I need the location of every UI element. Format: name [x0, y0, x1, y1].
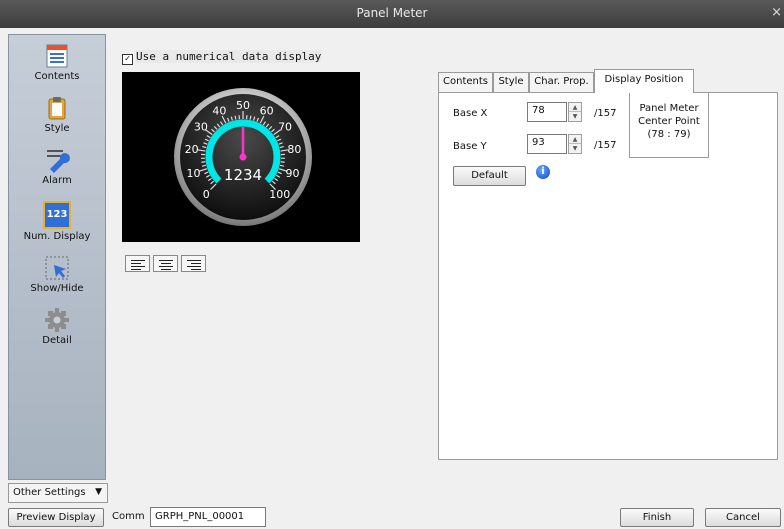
sidebar-item-label: Contents	[34, 71, 80, 82]
contents-icon	[44, 43, 70, 69]
scale-label: 50	[236, 99, 250, 112]
scale-label: 0	[203, 188, 210, 201]
base-x-max: /157	[594, 108, 617, 119]
scale-label: 40	[212, 105, 226, 118]
align-right-button[interactable]	[181, 255, 206, 272]
base-y-max: /157	[594, 140, 617, 151]
base-x-spinner[interactable]: ▲ ▼	[568, 102, 582, 122]
align-left-button[interactable]	[125, 255, 150, 272]
sidebar-item-label: Show/Hide	[30, 283, 84, 294]
cancel-button[interactable]: Cancel	[705, 508, 781, 527]
sidebar-item-label: Alarm	[42, 175, 72, 186]
other-settings-dropdown[interactable]: Other Settings ▼	[8, 483, 108, 503]
gauge-hub	[239, 153, 247, 161]
align-buttons	[125, 255, 209, 275]
scale-label: 60	[260, 105, 274, 118]
gauge-tick	[279, 164, 285, 167]
sidebar-item-style[interactable]: Style	[9, 95, 105, 134]
tab-style[interactable]: Style	[493, 72, 529, 92]
numerical-display-checkbox[interactable]: ✓ Use a numerical data display	[122, 50, 322, 65]
checkbox-box[interactable]: ✓	[122, 54, 133, 65]
center-point-info: Panel Meter Center Point (78 : 79)	[629, 92, 709, 158]
window-title: Panel Meter	[356, 6, 428, 20]
preview-display-button[interactable]: Preview Display	[8, 508, 104, 527]
wrench-icon	[44, 147, 70, 173]
align-center-button[interactable]	[153, 255, 178, 272]
sidebar-item-show-hide[interactable]: Show/Hide	[9, 255, 105, 294]
spin-up-icon[interactable]: ▲	[569, 103, 581, 112]
title-bar: Panel Meter ×	[0, 0, 784, 28]
sidebar-item-label: Style	[44, 123, 70, 134]
cursor-select-icon	[44, 255, 70, 281]
comm-label: Comm	[112, 511, 145, 522]
tab-char-prop[interactable]: Char. Prop.	[529, 72, 594, 92]
finish-button[interactable]: Finish	[620, 508, 694, 527]
spin-up-icon[interactable]: ▲	[569, 135, 581, 144]
clipboard-icon	[44, 95, 70, 121]
gauge-tick	[201, 164, 207, 167]
center-point-line2: Center Point	[638, 116, 700, 127]
sidebar-item-detail[interactable]: Detail	[9, 307, 105, 346]
tab-contents[interactable]: Contents	[438, 72, 493, 92]
scale-label: 100	[269, 188, 290, 201]
num-display-icon: 123	[43, 201, 71, 229]
sidebar-item-label: Detail	[42, 335, 72, 346]
scale-label: 30	[194, 120, 208, 133]
spin-down-icon[interactable]: ▼	[569, 144, 581, 153]
scale-label: 70	[278, 120, 292, 133]
chevron-down-icon: ▼	[95, 487, 102, 497]
gauge-svg: 0 10 20 30 40 50 60 70 80 90 100 1234	[174, 88, 312, 226]
base-x-input[interactable]: 78	[527, 102, 567, 122]
other-settings-label: Other Settings	[13, 487, 86, 498]
sidebar-item-contents[interactable]: Contents	[9, 43, 105, 82]
base-y-label: Base Y	[453, 141, 487, 152]
scale-label: 10	[187, 167, 201, 180]
scale-label: 80	[287, 143, 301, 156]
center-point-line3: (78 : 79)	[647, 129, 691, 140]
gear-icon	[44, 307, 70, 333]
default-button[interactable]: Default	[453, 166, 526, 186]
gauge-tick	[234, 115, 237, 120]
scale-label: 90	[285, 167, 299, 180]
center-point-line1: Panel Meter	[639, 103, 699, 114]
scale-label: 20	[185, 143, 199, 156]
base-x-label: Base X	[453, 108, 488, 119]
gauge-tick	[249, 115, 252, 120]
gauge-value: 1234	[224, 166, 262, 184]
gauge-tick	[201, 161, 206, 163]
tab-display-position[interactable]: Display Position	[594, 69, 694, 93]
gauge-tick	[280, 161, 285, 163]
sidebar: Contents Style Alarm 123 Num. Display Sh…	[8, 34, 106, 480]
base-y-input[interactable]: 93	[527, 134, 567, 154]
close-icon[interactable]: ×	[771, 5, 782, 20]
sidebar-item-label: Num. Display	[23, 231, 91, 242]
sidebar-item-num-display[interactable]: 123 Num. Display	[9, 201, 105, 242]
sidebar-item-alarm[interactable]: Alarm	[9, 147, 105, 186]
comm-input[interactable]: GRPH_PNL_00001	[150, 507, 266, 527]
spin-down-icon[interactable]: ▼	[569, 112, 581, 121]
checkbox-label: Use a numerical data display	[136, 50, 322, 63]
info-icon[interactable]: i	[536, 165, 550, 179]
base-y-spinner[interactable]: ▲ ▼	[568, 134, 582, 154]
gauge-preview: 0 10 20 30 40 50 60 70 80 90 100 1234	[122, 72, 360, 242]
